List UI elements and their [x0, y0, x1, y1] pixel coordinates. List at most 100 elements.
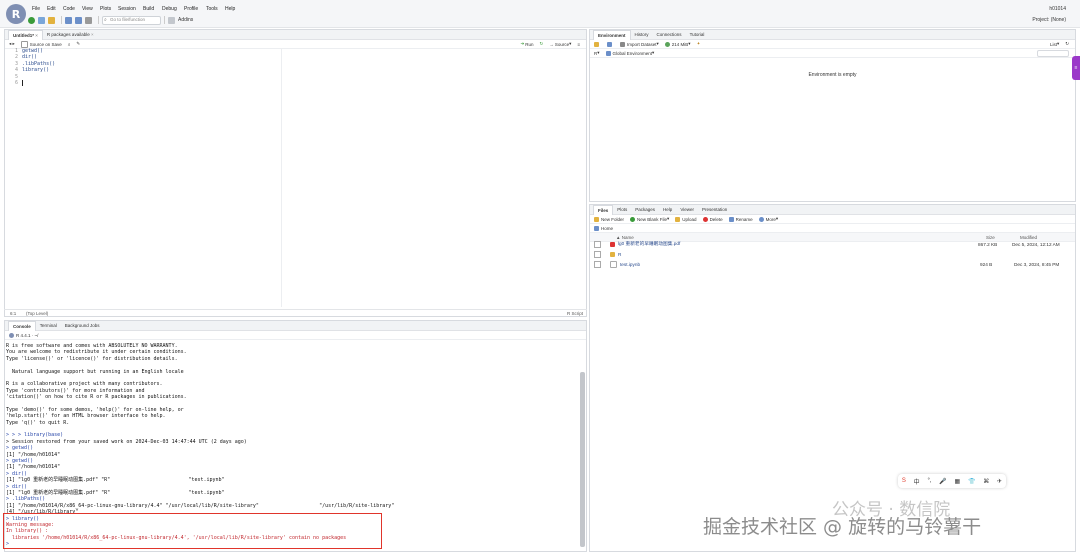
file-modified: Dec 5, 2024, 12:12 AM	[1012, 241, 1060, 247]
tab-help[interactable]: Help	[659, 205, 676, 214]
file-row[interactable]: lg0 重新老的早睡眠动图集.pdf 867.2 KB Dec 5, 2024,…	[592, 240, 1074, 248]
side-plugin-tab[interactable]: ≡	[1072, 56, 1080, 80]
menu-file[interactable]: File	[32, 6, 40, 12]
upload-icon	[675, 216, 681, 222]
files-breadcrumb: Home	[590, 224, 1075, 233]
ime-button[interactable]: °,	[927, 478, 931, 484]
upload-button[interactable]: Upload	[675, 216, 697, 222]
menu-build[interactable]: Build	[143, 6, 154, 12]
editor-tabbar: Untitled1* × R packages available ×	[5, 29, 586, 40]
scope-select[interactable]: Global Environment ▾	[605, 50, 654, 56]
tab-background-jobs[interactable]: Background Jobs	[61, 321, 104, 330]
menu-debug[interactable]: Debug	[162, 6, 177, 12]
back-icon[interactable]: ◂ ▸	[9, 41, 15, 47]
col-size[interactable]: Size	[986, 235, 1020, 240]
refresh-icon[interactable]: ↻	[1065, 41, 1069, 47]
menu-view[interactable]: View	[82, 6, 93, 12]
tab-viewer[interactable]: Viewer	[676, 205, 698, 214]
tab-plots[interactable]: Plots	[613, 205, 631, 214]
delete-label: Delete	[709, 216, 723, 222]
delete-button[interactable]: Delete	[702, 216, 723, 222]
print-icon[interactable]	[85, 16, 92, 24]
menu-help[interactable]: Help	[225, 6, 235, 12]
console-scrollbar[interactable]	[580, 372, 585, 547]
menu-profile[interactable]: Profile	[184, 6, 198, 12]
view-mode-select[interactable]: List ▾	[1050, 41, 1059, 47]
tab-history[interactable]: History	[631, 30, 653, 39]
tab-connections[interactable]: Connections	[653, 30, 686, 39]
ime-toolbar: S 中 °, 🎤 ▦ 👕 ⌘ ✈	[898, 474, 1006, 488]
project-menu[interactable]: Project: (None)	[1032, 17, 1066, 23]
close-icon[interactable]: ×	[91, 32, 94, 37]
ime-button[interactable]: 🎤	[939, 478, 946, 485]
ime-button[interactable]: ✈	[997, 478, 1002, 485]
ime-button[interactable]: ⌘	[983, 478, 989, 485]
col-name-label: Name	[621, 234, 634, 240]
r-logo-icon: R	[6, 4, 26, 24]
file-row[interactable]: test.ipynb 924 B Dec 3, 2024, 8:45 PM	[592, 260, 1074, 268]
home-breadcrumb[interactable]: Home	[594, 225, 613, 231]
user-label[interactable]: h01014	[1049, 6, 1066, 12]
row-checkbox[interactable]	[594, 250, 601, 258]
rename-button[interactable]: Rename	[728, 216, 753, 222]
save-workspace-icon[interactable]	[607, 41, 614, 47]
file-name[interactable]: test.ipynb	[620, 262, 980, 267]
wand-icon[interactable]: ✎	[76, 41, 80, 47]
memory-usage[interactable]: 214 MiB ▾	[664, 41, 691, 47]
tab-packages[interactable]: R packages available ×	[43, 30, 98, 39]
tab-presentation[interactable]: Presentation	[698, 205, 731, 214]
open-icon[interactable]	[594, 41, 601, 47]
scope-selector[interactable]: (Top Level)	[26, 311, 567, 316]
row-checkbox[interactable]	[594, 240, 601, 248]
delete-icon	[702, 216, 708, 222]
menu-code[interactable]: Code	[63, 6, 75, 12]
search-icon[interactable]: ⌕	[68, 42, 71, 47]
tab-packages[interactable]: Packages	[631, 205, 659, 214]
save-icon[interactable]	[65, 16, 72, 24]
source-label: Source	[554, 41, 570, 47]
source-button[interactable]: → Source ▾	[549, 41, 571, 47]
ime-button[interactable]: 中	[914, 477, 920, 486]
rerun-icon[interactable]: ↻	[540, 41, 544, 47]
file-type-selector[interactable]: R Script	[567, 311, 583, 316]
save-all-icon[interactable]	[75, 16, 82, 24]
file-row[interactable]: R	[592, 250, 1074, 258]
env-search-input[interactable]	[1037, 49, 1069, 57]
source-on-save-toggle[interactable]: Source on Save	[20, 40, 62, 48]
col-name[interactable]: ▲ Name	[594, 235, 986, 240]
menu-tools[interactable]: Tools	[206, 6, 218, 12]
menu-plots[interactable]: Plots	[100, 6, 111, 12]
outline-icon[interactable]: ≡	[577, 42, 580, 47]
ime-button[interactable]: 👕	[968, 478, 975, 485]
new-project-icon[interactable]	[38, 16, 45, 24]
tab-files[interactable]: Files	[593, 204, 614, 215]
grid-layout-icon[interactable]	[168, 16, 175, 24]
new-blank-file-button[interactable]: New Blank File ▾	[630, 216, 669, 222]
new-folder-button[interactable]: New Folder	[594, 216, 624, 222]
highlight-box	[3, 513, 382, 549]
more-button[interactable]: More ▾	[758, 216, 778, 222]
open-file-icon[interactable]	[48, 16, 55, 24]
file-name[interactable]: lg0 重新老的早睡眠动图集.pdf	[618, 241, 978, 247]
col-modified[interactable]: Modified	[1020, 235, 1037, 240]
addins-menu[interactable]: Addins	[178, 17, 193, 23]
row-checkbox[interactable]	[594, 260, 601, 268]
import-dataset-button[interactable]: Import Dataset ▾	[620, 41, 659, 47]
new-file-icon[interactable]	[28, 16, 35, 24]
ime-button[interactable]: S	[902, 478, 906, 484]
tab-environment[interactable]: Environment	[593, 29, 631, 40]
broom-icon[interactable]: ✦	[697, 41, 701, 47]
tab-console[interactable]: Console	[8, 320, 36, 331]
ime-button[interactable]: ▦	[955, 478, 961, 485]
code-editor[interactable]: getwd() dir() .libPaths() library()	[22, 48, 262, 278]
file-name[interactable]: R	[618, 252, 978, 257]
language-select[interactable]: R ▾	[594, 50, 600, 56]
tab-terminal[interactable]: Terminal	[36, 321, 61, 330]
menu-session[interactable]: Session	[118, 6, 136, 12]
menu-edit[interactable]: Edit	[47, 6, 56, 12]
run-button[interactable]: ➜ Run	[521, 41, 534, 47]
goto-file-input[interactable]: ⌕ Go to file/function	[102, 15, 161, 25]
close-icon[interactable]: ×	[35, 33, 38, 38]
tab-tutorial[interactable]: Tutorial	[686, 30, 709, 39]
tab-untitled1[interactable]: Untitled1* ×	[8, 29, 43, 40]
